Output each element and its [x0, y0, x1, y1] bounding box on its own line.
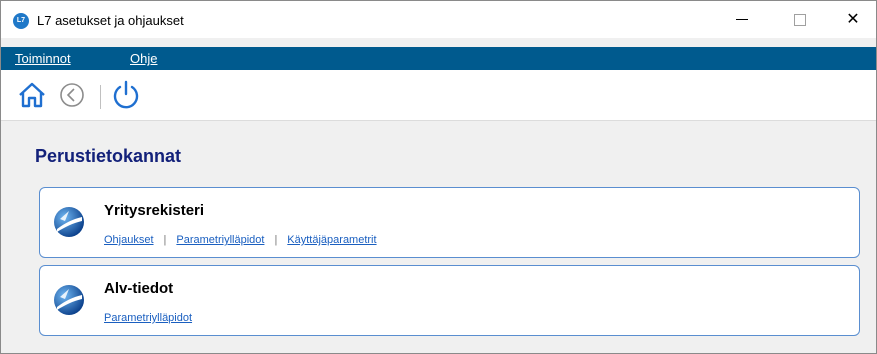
card-title: Alv-tiedot [104, 280, 174, 297]
section-title: Perustietokannat [35, 146, 182, 166]
toolbar [1, 70, 876, 121]
link-ohjaukset[interactable]: Ohjaukset [104, 234, 154, 246]
maximize-icon [794, 13, 806, 26]
card-links: Ohjaukset | Parametriylläpidot | Käyttäjäpar… [104, 234, 377, 246]
toolbar-separator [100, 85, 101, 109]
link-parametriyllapidot[interactable]: Parametriylläpidot [104, 312, 192, 324]
link-kayttajaparametrit[interactable]: Käyttäjäparametrit [287, 234, 376, 246]
app-logo-icon: L7 [13, 13, 29, 29]
l7-logo-icon [53, 205, 85, 239]
power-icon[interactable] [111, 80, 141, 115]
maximize-button[interactable] [777, 1, 823, 38]
minimize-button[interactable] [719, 1, 765, 38]
card-title: Yritysrekisteri [104, 202, 205, 219]
link-separator: | [163, 234, 167, 246]
card-alv-tiedot: Alv-tiedot Parametriylläpidot [39, 265, 860, 336]
title-bar: L7 L7 asetukset ja ohjaukset ✕ [1, 1, 876, 38]
link-separator: | [274, 234, 278, 246]
minimize-icon [736, 19, 748, 21]
menu-item-ohje[interactable]: Ohje [130, 51, 157, 66]
back-icon[interactable] [59, 82, 85, 113]
window-title: L7 asetukset ja ohjaukset [37, 13, 184, 28]
home-icon[interactable] [18, 82, 46, 113]
app-window: L7 L7 asetukset ja ohjaukset ✕ Toiminnot… [0, 0, 877, 354]
l7-logo-icon [53, 283, 85, 317]
menu-bar: Toiminnot Ohje [1, 47, 876, 70]
link-parametriyllapidot[interactable]: Parametriylläpidot [176, 234, 264, 246]
close-button[interactable]: ✕ [830, 1, 876, 38]
menu-item-toiminnot[interactable]: Toiminnot [15, 51, 71, 66]
card-links: Parametriylläpidot [104, 312, 192, 324]
card-yritysrekisteri: Yritysrekisteri Ohjaukset | Parametriylläp… [39, 187, 860, 258]
